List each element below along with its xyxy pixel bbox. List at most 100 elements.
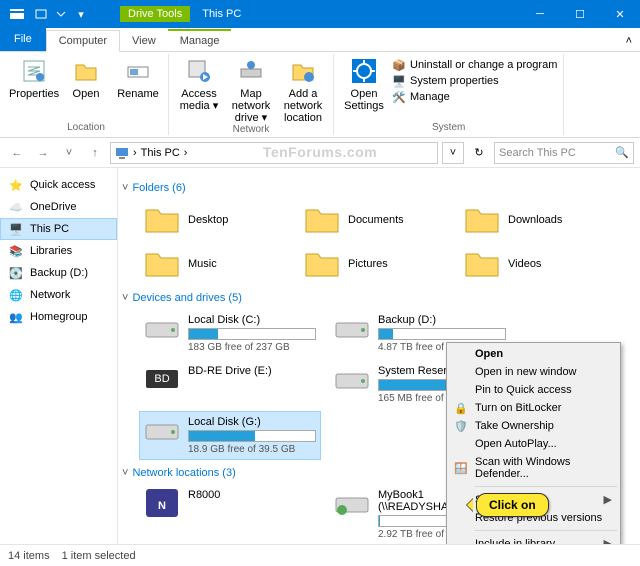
- drive-item[interactable]: Local Disk (C:)183 GB free of 237 GB: [140, 310, 320, 357]
- search-input[interactable]: Search This PC🔍: [494, 142, 634, 164]
- folder-label: Videos: [508, 258, 541, 270]
- ctx-include-library[interactable]: Include in library▶: [449, 534, 618, 544]
- qat-dropdown[interactable]: ▾: [72, 5, 90, 23]
- open-settings-button[interactable]: Open Settings: [340, 56, 388, 112]
- netloc-icon: [334, 489, 370, 517]
- shield-icon: 🛡️: [453, 418, 469, 434]
- drive-icon: BD: [144, 365, 180, 393]
- folder-item[interactable]: Documents: [300, 200, 450, 240]
- refresh-button[interactable]: ↻: [468, 142, 490, 164]
- qat-btn[interactable]: [32, 5, 50, 23]
- forward-button[interactable]: →: [32, 142, 54, 164]
- drive-item[interactable]: Local Disk (G:)18.9 GB free of 39.5 GB: [140, 412, 320, 459]
- netloc-label: R8000: [188, 489, 316, 501]
- nav-sidebar: ⭐Quick access ☁️OneDrive 🖥️This PC 📚Libr…: [0, 168, 118, 544]
- netloc-icon: N: [144, 489, 180, 517]
- sidebar-item-network[interactable]: 🌐Network: [0, 284, 117, 306]
- tab-file[interactable]: File: [0, 27, 46, 51]
- tab-manage[interactable]: Manage: [168, 29, 232, 51]
- manage-button[interactable]: 🛠️Manage: [392, 90, 557, 104]
- titlebar: ▾ Drive Tools This PC ─ ☐ ✕: [0, 0, 640, 28]
- drive-item[interactable]: BD BD-RE Drive (E:): [140, 361, 320, 408]
- ctx-autoplay[interactable]: Open AutoPlay...: [449, 435, 618, 453]
- address-bar: ← → ˅ ↑ › This PC › ˅ ↻ Search This PC🔍: [0, 138, 640, 168]
- properties-icon: [19, 56, 49, 86]
- uninstall-button[interactable]: 📦Uninstall or change a program: [392, 58, 557, 72]
- ctx-defender[interactable]: 🪟Scan with Windows Defender...: [449, 453, 618, 483]
- qat-btn[interactable]: [52, 5, 70, 23]
- window-title: This PC: [202, 8, 241, 20]
- ctx-open-new-window[interactable]: Open in new window: [449, 363, 618, 381]
- ctx-open[interactable]: Open: [449, 345, 618, 363]
- properties-button[interactable]: Properties: [10, 56, 58, 100]
- back-button[interactable]: ←: [6, 142, 28, 164]
- ctx-pin-quick-access[interactable]: Pin to Quick access: [449, 381, 618, 399]
- section-folders[interactable]: ˅Folders (6): [122, 182, 636, 194]
- tab-computer[interactable]: Computer: [46, 30, 120, 52]
- folder-item[interactable]: Desktop: [140, 200, 290, 240]
- chevron-right-icon: ▶: [604, 493, 612, 506]
- uninstall-icon: 📦: [392, 58, 406, 72]
- address-dropdown[interactable]: ˅: [442, 142, 464, 164]
- sidebar-item-homegroup[interactable]: 👥Homegroup: [0, 306, 117, 328]
- ribbon: Properties Open Rename Location Access m…: [0, 52, 640, 138]
- sidebar-item-onedrive[interactable]: ☁️OneDrive: [0, 196, 117, 218]
- annotation-callout: Click on: [476, 493, 549, 517]
- app-icon: [8, 5, 26, 23]
- drive-icon: [144, 416, 180, 444]
- tab-view[interactable]: View: [120, 31, 168, 51]
- network-icon: 🌐: [8, 287, 24, 303]
- folder-item[interactable]: Downloads: [460, 200, 610, 240]
- ribbon-collapse[interactable]: ˄: [618, 31, 640, 51]
- group-location-label: Location: [10, 122, 162, 133]
- drive-label: Local Disk (C:): [188, 314, 316, 326]
- sidebar-item-this-pc[interactable]: 🖥️This PC: [0, 218, 117, 240]
- drive-icon: [144, 314, 180, 342]
- folder-item[interactable]: Videos: [460, 244, 610, 284]
- folder-label: Music: [188, 258, 217, 270]
- file-list[interactable]: ˅Folders (6) Desktop Documents Downloads…: [118, 168, 640, 544]
- sidebar-item-libraries[interactable]: 📚Libraries: [0, 240, 117, 262]
- group-network-label: Network: [175, 124, 327, 135]
- chevron-down-icon: ˅: [122, 182, 128, 194]
- folder-item[interactable]: Music: [140, 244, 290, 284]
- section-drives[interactable]: ˅Devices and drives (5): [122, 292, 636, 304]
- rename-button[interactable]: Rename: [114, 56, 162, 100]
- sidebar-item-backup[interactable]: 💽Backup (D:): [0, 262, 117, 284]
- status-bar: 14 items 1 item selected: [0, 544, 640, 566]
- manage-icon: 🛠️: [392, 90, 406, 104]
- ribbon-tabs: File Computer View Manage ˄: [0, 28, 640, 52]
- ctx-take-ownership[interactable]: 🛡️Take Ownership: [449, 417, 618, 435]
- homegroup-icon: 👥: [8, 309, 24, 325]
- add-net-location-button[interactable]: Add a network location: [279, 56, 327, 124]
- close-button[interactable]: ✕: [600, 0, 640, 28]
- svg-text:N: N: [158, 500, 166, 512]
- network-location-item[interactable]: N R8000: [140, 485, 320, 544]
- sidebar-item-quick-access[interactable]: ⭐Quick access: [0, 174, 117, 196]
- bitlocker-icon: 🔒: [453, 400, 469, 416]
- breadcrumb-this-pc[interactable]: This PC: [141, 147, 180, 159]
- svg-text:BD: BD: [154, 373, 169, 385]
- media-icon: [184, 56, 214, 86]
- folder-label: Downloads: [508, 214, 562, 226]
- ctx-bitlocker[interactable]: 🔒Turn on BitLocker: [449, 399, 618, 417]
- pc-icon: 🖥️: [8, 221, 24, 237]
- access-media-button[interactable]: Access media ▾: [175, 56, 223, 112]
- folder-item[interactable]: Pictures: [300, 244, 450, 284]
- up-button[interactable]: ↑: [84, 142, 106, 164]
- open-icon: [71, 56, 101, 86]
- minimize-button[interactable]: ─: [520, 0, 560, 28]
- folder-icon: [464, 248, 500, 280]
- map-drive-button[interactable]: Map network drive ▾: [227, 56, 275, 124]
- drive-icon: 💽: [8, 265, 24, 281]
- maximize-button[interactable]: ☐: [560, 0, 600, 28]
- open-button[interactable]: Open: [62, 56, 110, 100]
- breadcrumb[interactable]: › This PC ›: [110, 142, 438, 164]
- folder-icon: [144, 204, 180, 236]
- star-icon: ⭐: [8, 177, 24, 193]
- system-properties-button[interactable]: 🖥️System properties: [392, 74, 557, 88]
- recent-dropdown[interactable]: ˅: [58, 142, 80, 164]
- status-selected-count: 1 item selected: [62, 550, 136, 562]
- chevron-down-icon: ˅: [122, 292, 128, 304]
- folder-icon: [304, 204, 340, 236]
